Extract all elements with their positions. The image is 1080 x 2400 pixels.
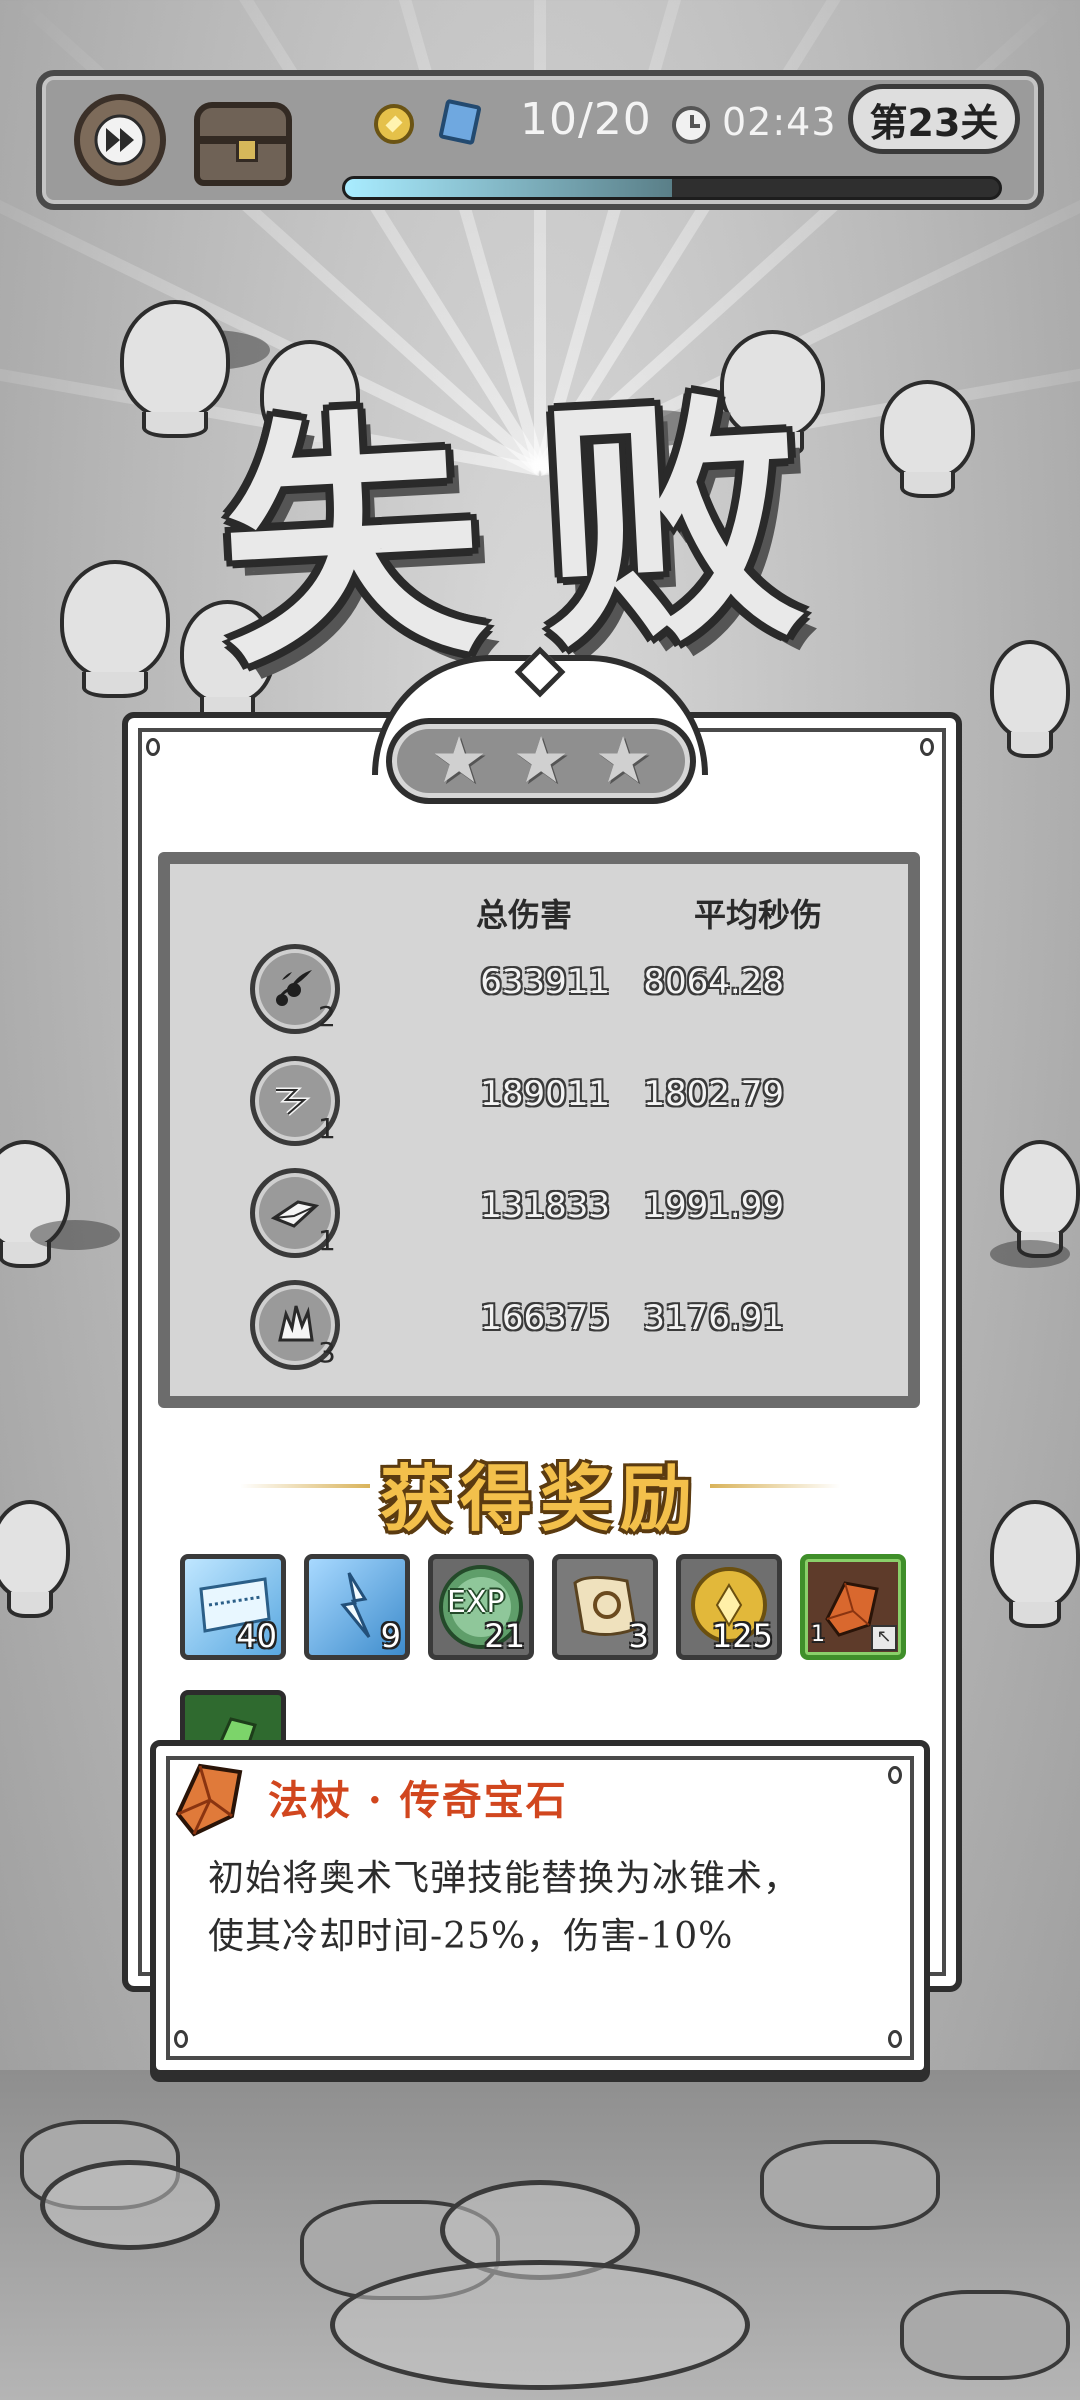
reward-count: 9 [380, 1617, 401, 1655]
dps-value: 1802.79 [643, 1074, 784, 1114]
reward-ice-bolt-card[interactable]: 9 [304, 1554, 410, 1660]
dps-value: 1991.99 [643, 1186, 784, 1226]
treasure-chest-button[interactable] [194, 102, 292, 186]
top-hud: 10/20 02:43 第23关 [36, 70, 1044, 210]
dps-value: 3176.91 [643, 1298, 784, 1338]
coin-icon [374, 104, 414, 144]
wave-progress-bar [342, 176, 1002, 200]
header-total-damage: 总伤害 [476, 896, 573, 934]
star-icon: ★ [430, 724, 488, 798]
tooltip-line: 使其冷却时间-25%，伤害-10% [208, 1916, 734, 1957]
skill-level: 1 [318, 1224, 336, 1257]
monster [1000, 1140, 1080, 1258]
total-damage-value: 131833 [480, 1186, 610, 1226]
level-badge: 第23关 [848, 84, 1020, 154]
dps-value: 8064.28 [643, 962, 784, 1002]
tooltip-description: 初始将奥术飞弹技能替换为冰锥术， 使其冷却时间-25%，伤害-10% [208, 1850, 888, 1966]
tooltip-line: 初始将奥术飞弹技能替换为冰锥术， [208, 1858, 801, 1899]
reward-frost-card[interactable]: 40 [180, 1554, 286, 1660]
timer: 02:43 [722, 100, 837, 144]
skill-level: 3 [318, 1336, 336, 1369]
star-rating: ★ ★ ★ [386, 718, 696, 804]
header-average-dps: 平均秒伤 [694, 896, 823, 934]
reward-count: 1 [811, 1622, 825, 1647]
reward-gold[interactable]: 125 [676, 1554, 782, 1660]
exp-label: EXP [447, 1585, 505, 1620]
reward-legendary-gem[interactable]: 1 ↖ [800, 1554, 906, 1660]
selected-cursor-icon: ↖ [871, 1625, 897, 1651]
spawn-portal [40, 2160, 220, 2250]
skill-level: 1 [318, 1112, 336, 1145]
table-row: 2 633911 8064.28 [170, 944, 908, 1044]
table-row: 3 166375 3176.91 [170, 1280, 908, 1380]
wave-progress-fill [345, 179, 672, 197]
clock-icon [672, 106, 710, 144]
skill-level: 2 [318, 1000, 336, 1033]
gem-icon [438, 98, 482, 146]
total-damage-value: 633911 [480, 962, 610, 1002]
star-icon: ★ [512, 724, 570, 798]
reward-count: 21 [484, 1617, 525, 1655]
reward-scroll[interactable]: 3 [552, 1554, 658, 1660]
rewards-title: 获得奖励 [379, 1456, 700, 1541]
reward-count: 125 [711, 1617, 773, 1655]
fast-forward-button[interactable] [74, 94, 166, 186]
total-damage-value: 166375 [480, 1298, 610, 1338]
spawn-portal [330, 2260, 750, 2390]
fast-forward-icon [94, 114, 146, 166]
reward-exp[interactable]: EXP 21 [428, 1554, 534, 1660]
total-damage-value: 189011 [480, 1074, 610, 1114]
legendary-gem-icon [175, 1763, 243, 1837]
tooltip-title: 法杖 · 传奇宝石 [268, 1777, 568, 1824]
reward-count: 40 [236, 1617, 277, 1655]
damage-stats-table: 总伤害 平均秒伤 2 633911 8064.28 1 189011 1802.… [158, 852, 920, 1408]
table-row: 1 189011 1802.79 [170, 1056, 908, 1156]
table-row: 1 131833 1991.99 [170, 1168, 908, 1268]
wave-counter: 10/20 [520, 94, 652, 145]
reward-count: 3 [628, 1617, 649, 1655]
star-icon: ★ [594, 724, 652, 798]
